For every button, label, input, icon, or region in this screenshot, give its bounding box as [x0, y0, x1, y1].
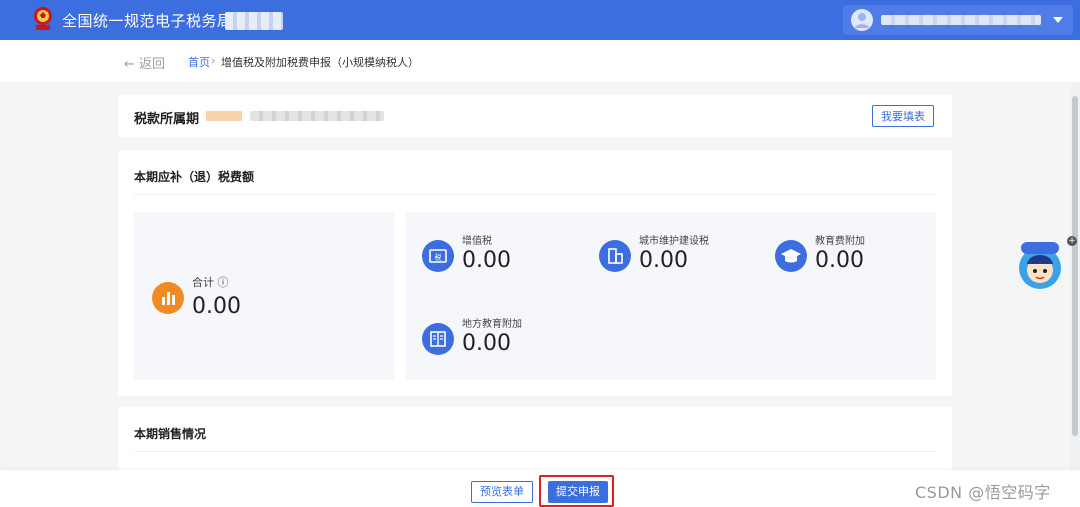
back-button[interactable]: ← 返回 [124, 53, 165, 72]
tax-item-value: 0.00 [462, 248, 511, 273]
tax-item-education-surcharge: 教育费附加 0.00 [775, 232, 945, 292]
redacted-period-value [206, 111, 242, 121]
submit-declaration-button[interactable]: 提交申报 [548, 481, 608, 503]
vat-icon: 税 [422, 240, 454, 272]
breadcrumb-current: 增值税及附加税费申报（小规模纳税人） [221, 56, 419, 69]
user-avatar-icon [851, 9, 873, 31]
top-header: 全国统一规范电子税务局 [0, 0, 1080, 40]
tax-item-urban-construction: 城市维护建设税 0.00 [599, 232, 769, 292]
bar-chart-icon [152, 282, 184, 314]
tax-item-value: 0.00 [462, 331, 511, 356]
arrow-left-icon: ← [124, 57, 140, 72]
svg-text:税: 税 [435, 253, 442, 262]
redacted-region-name [225, 12, 283, 30]
sales-card: 本期销售情况 [118, 407, 952, 471]
tax-item-label: 城市维护建设税 [639, 236, 709, 247]
preview-form-button[interactable]: 预览表单 [471, 481, 533, 503]
building-icon [599, 240, 631, 272]
sales-title: 本期销售情况 [134, 427, 207, 441]
national-emblem-icon [34, 7, 52, 30]
watermark: CSDN @悟空码字 [915, 483, 1051, 502]
back-label: 返回 [139, 57, 166, 72]
tax-item-value: 0.00 [639, 248, 688, 273]
tax-items-panel: 税 增值税 0.00 城市维护建设税 0.00 教育费附加 0.00 地方教育附… [406, 212, 936, 380]
total-label: 合计 ⓘ [192, 276, 229, 289]
tax-item-label: 增值税 [462, 236, 492, 247]
tax-period-card: 税款所属期 我要填表 [118, 95, 952, 137]
tax-item-label: 教育费附加 [815, 236, 865, 247]
scrollbar-thumb[interactable] [1072, 96, 1078, 436]
ledger-icon [422, 323, 454, 355]
redacted-user-name [881, 15, 1041, 25]
tax-item-vat: 税 增值税 0.00 [422, 232, 592, 292]
assistant-mascot-icon[interactable] [1017, 240, 1063, 290]
tax-item-label: 地方教育附加 [462, 319, 522, 330]
tax-period-label: 税款所属期 [134, 112, 200, 127]
tax-amount-card: 本期应补（退）税费额 合计 ⓘ 0.00 税 增值税 0.00 城市维护建设税 … [118, 150, 952, 396]
graduation-cap-icon [775, 240, 807, 272]
redacted-period-range [250, 111, 384, 121]
page-scrollbar[interactable] [1070, 84, 1080, 469]
plus-icon[interactable]: + [1067, 236, 1077, 246]
total-value: 0.00 [192, 294, 241, 319]
section-divider [134, 451, 936, 452]
tax-amount-title: 本期应补（退）税费额 [134, 170, 255, 184]
tax-item-local-education: 地方教育附加 0.00 [422, 315, 592, 375]
tax-item-value: 0.00 [815, 248, 864, 273]
chevron-down-icon[interactable] [1053, 17, 1063, 23]
breadcrumb-bar: ← 返回 首页 › 增值税及附加税费申报（小规模纳税人） [0, 40, 1080, 83]
breadcrumb-separator: › [211, 54, 216, 67]
total-panel: 合计 ⓘ 0.00 [134, 212, 394, 380]
user-menu[interactable] [843, 5, 1073, 35]
app-title: 全国统一规范电子税务局 [62, 12, 233, 30]
section-divider [134, 194, 936, 195]
breadcrumb-home-link[interactable]: 首页 [188, 54, 210, 70]
fill-form-button[interactable]: 我要填表 [872, 105, 934, 127]
